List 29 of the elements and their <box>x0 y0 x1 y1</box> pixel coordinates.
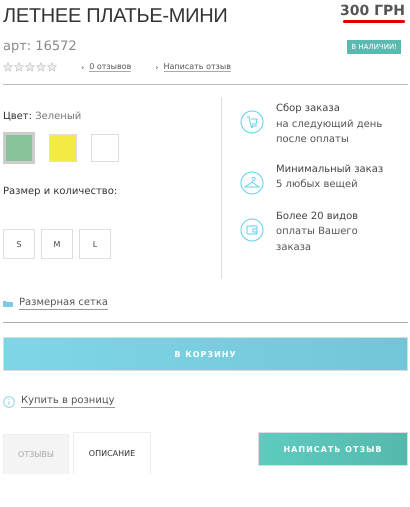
tab[interactable]: ОПИСАНИЕ <box>73 432 151 474</box>
size-button[interactable]: L <box>79 229 111 259</box>
hanger-icon <box>240 170 264 194</box>
color-swatch[interactable] <box>91 134 119 162</box>
feature-text: Минимальный заказ 5 любых вещей <box>276 162 384 192</box>
wallet-icon <box>240 218 264 242</box>
color-swatch[interactable] <box>49 134 77 162</box>
size-label: Размер и количество: <box>3 186 118 197</box>
star-icon <box>14 62 24 72</box>
feature-text: Сбор заказа на следующий день после оплаты <box>276 102 382 147</box>
cart-icon <box>240 110 264 134</box>
feature-text: Более 20 видов оплаты Вашего заказа <box>276 210 358 254</box>
underline-mark <box>343 20 405 23</box>
retail-link[interactable]: Купить в розницу <box>21 395 115 408</box>
article-number: арт: 16572 <box>3 39 77 54</box>
star-icon <box>3 62 13 72</box>
price: 300 ГРН <box>340 3 405 19</box>
color-label: Цвет: Зеленый <box>3 111 82 122</box>
info-icon <box>3 396 15 408</box>
product-title: ЛЕТНЕЕ ПЛАТЬЕ-МИНИ <box>3 4 228 29</box>
size-button[interactable]: S <box>3 229 35 259</box>
review-link[interactable]: › Написать отзыв <box>155 62 231 72</box>
star-icon <box>36 62 46 72</box>
size-button[interactable]: M <box>41 229 73 259</box>
star-icon <box>25 62 35 72</box>
star-icon <box>47 62 57 72</box>
color-swatch[interactable] <box>3 132 35 164</box>
review-link[interactable]: › 0 отзывов <box>81 62 132 72</box>
size-chart-link[interactable]: Размерная сетка <box>19 297 108 310</box>
